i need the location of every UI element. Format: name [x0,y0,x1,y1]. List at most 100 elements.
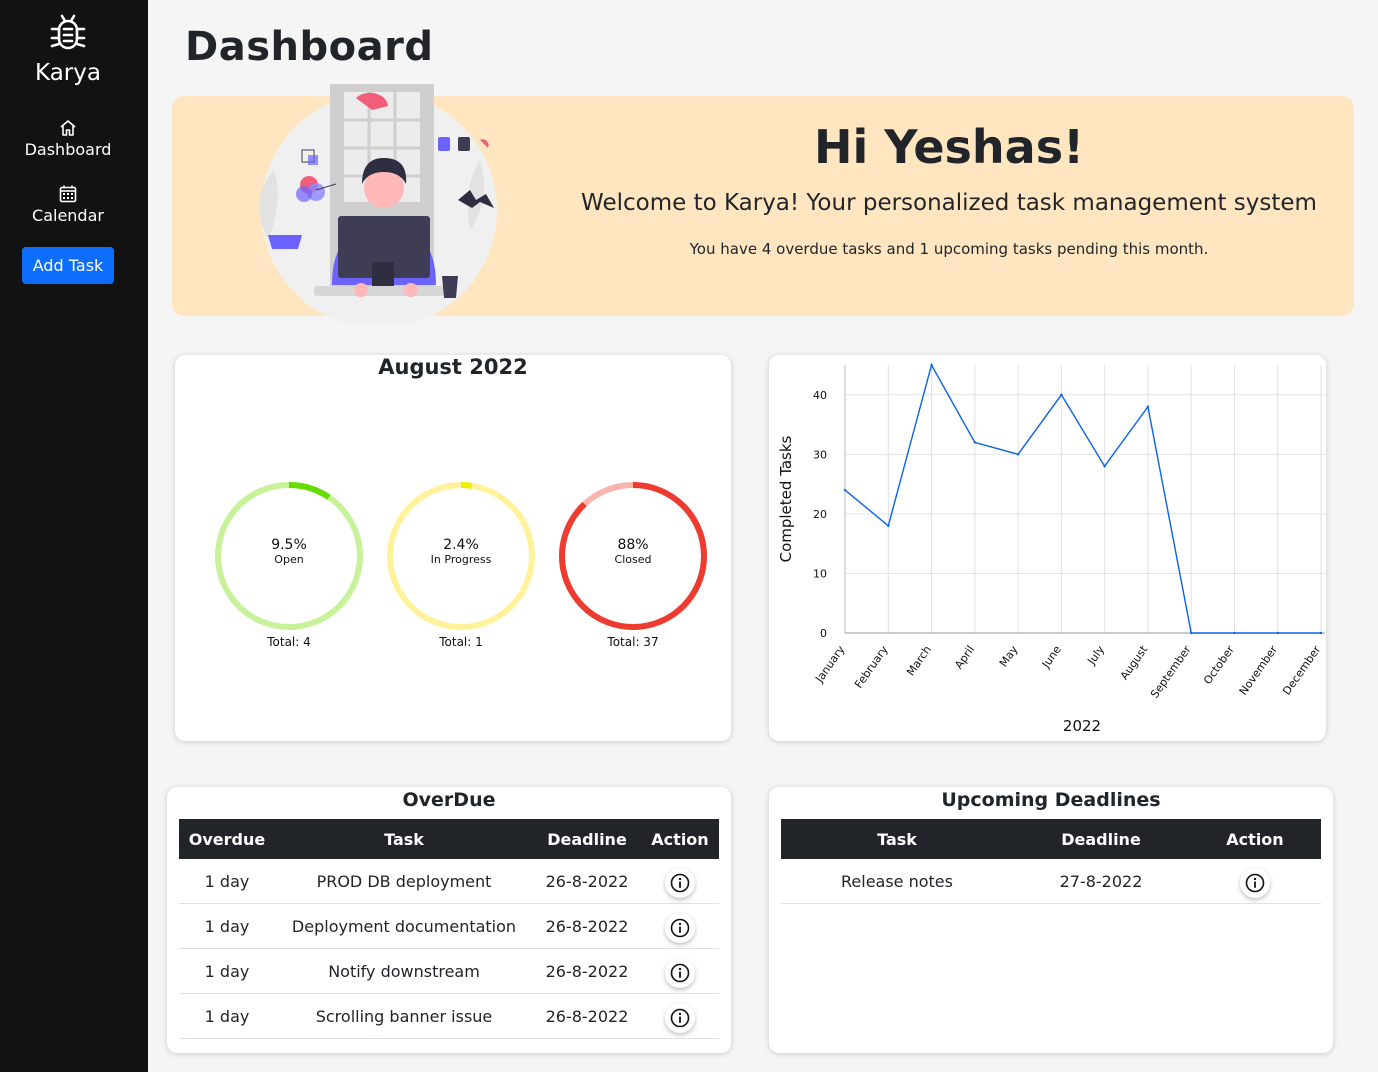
card-title: August 2022 [378,355,528,379]
data-point [930,363,933,367]
calendar-icon [59,185,77,203]
column-header-task: Task [781,819,1013,859]
overdue-cell: 1 day [179,859,275,904]
upcoming-table: Task Deadline Action Release notes 27-8-2… [781,819,1321,904]
data-point [1103,465,1106,468]
info-icon [670,873,690,893]
ring-percent: 2.4% [443,537,479,553]
deadline-cell: 26-8-2022 [533,948,641,994]
sidebar-item-calendar[interactable]: Calendar [0,184,136,225]
task-cell: Notify downstream [275,948,533,994]
ring-label: Open [274,553,304,566]
table-row: Release notes 27-8-2022 [781,859,1321,904]
info-button[interactable] [665,958,695,988]
action-cell [641,948,719,994]
progress-ring-in-progress: 2.4% In Progress Total: 1 [384,479,538,649]
y-tick-label: 20 [813,508,827,521]
action-cell [641,859,719,904]
x-tick-label: May [997,643,1021,669]
data-point [973,441,977,444]
x-tick-label: March [904,643,934,678]
data-point [1319,631,1323,635]
x-tick-label: June [1039,643,1064,671]
deadline-cell: 26-8-2022 [533,859,641,904]
ring-center: 9.5% Open [212,537,366,566]
ring-label: In Progress [430,553,492,566]
info-button[interactable] [665,868,695,898]
progress-ring-open: 9.5% Open Total: 4 [212,479,366,649]
completed-tasks-chart-card: 0 10 20 30 40 January February March April May Jun… [769,355,1326,741]
column-header-task: Task [275,819,533,859]
info-icon [670,963,690,983]
data-point [843,488,847,492]
info-button[interactable] [665,1003,695,1033]
x-tick-label: January [812,643,847,686]
action-cell [1189,859,1321,904]
task-cell: Scrolling banner issue [275,993,533,1039]
ring-total: Total: 4 [267,635,311,649]
column-header-overdue: Overdue [179,819,275,859]
table-row: 1 day PROD DB deployment 26-8-2022 [179,859,719,904]
sidebar-item-label: Calendar [32,206,104,225]
data-point [1016,453,1020,456]
y-tick-label: 30 [813,448,827,461]
action-cell [641,903,719,949]
y-tick-label: 0 [820,627,827,640]
info-icon [670,1008,690,1028]
x-tick-label: April [952,643,977,671]
sidebar: Karya Dashboard Calendar Add Task [0,0,148,1072]
y-axis-title: Completed Tasks [777,435,795,562]
bug-logo-icon [50,14,86,50]
greeting-heading: Hi Yeshas! [813,120,1085,174]
info-icon [1245,873,1265,893]
y-tick-label: 40 [813,389,827,402]
x-tick-label: October [1201,643,1237,687]
info-icon [670,918,690,938]
table-row: 1 day Notify downstream 26-8-2022 [179,948,719,994]
data-point [1276,631,1279,635]
overdue-cell: 1 day [179,903,275,949]
x-axis-title: 2022 [1063,717,1101,735]
monthly-status-card: August 2022 9.5% Open Total: 4 2.4% In Progr… [175,355,731,741]
x-tick-label: July [1085,643,1108,668]
data-point [1060,393,1063,396]
column-header-deadline: Deadline [1013,819,1189,859]
add-task-button[interactable]: Add Task [22,247,114,284]
home-icon [60,120,76,136]
table-row: 1 day Scrolling banner issue 26-8-2022 [179,993,719,1039]
upcoming-deadlines-card: Upcoming Deadlines Task Deadline Action … [769,787,1333,1053]
ring-total: Total: 37 [607,635,659,649]
x-tick-label: December [1280,643,1324,698]
ring-percent: 9.5% [271,537,307,553]
x-tick-label: November [1237,643,1281,698]
x-tick-label: September [1148,643,1194,701]
ring-label: Closed [614,553,652,566]
deadline-cell: 26-8-2022 [533,993,641,1039]
data-point [887,524,890,527]
task-cell: Release notes [781,859,1013,904]
data-point [1189,631,1193,635]
progress-ring-closed: 88% Closed Total: 37 [556,479,710,649]
ring-center: 88% Closed [556,537,710,566]
column-header-deadline: Deadline [533,819,641,859]
ring-percent: 88% [617,537,649,553]
ring-center: 2.4% In Progress [384,537,538,566]
action-cell [641,993,719,1039]
welcome-text: Welcome to Karya! Your personalized task… [581,190,1317,216]
completed-tasks-line-chart: 0 10 20 30 40 January February March April May Jun… [777,363,1325,735]
sidebar-item-dashboard[interactable]: Dashboard [0,118,136,159]
tasks-summary: You have 4 overdue tasks and 1 upcoming … [689,240,1209,258]
task-cell: PROD DB deployment [275,859,533,904]
overdue-table: Overdue Task Deadline Action 1 day PROD D… [179,819,719,1039]
x-tick-label: August [1118,643,1151,683]
column-header-action: Action [1189,819,1321,859]
info-button[interactable] [665,913,695,943]
table-row: 1 day Deployment documentation 26-8-2022 [179,903,719,949]
data-point [1233,631,1236,635]
overdue-card: OverDue Overdue Task Deadline Action 1 d… [167,787,731,1053]
overdue-cell: 1 day [179,993,275,1039]
info-button[interactable] [1240,868,1270,898]
person-at-computer-illustration [259,84,497,325]
series-line [844,363,1321,634]
brand-name: Karya [35,60,101,86]
